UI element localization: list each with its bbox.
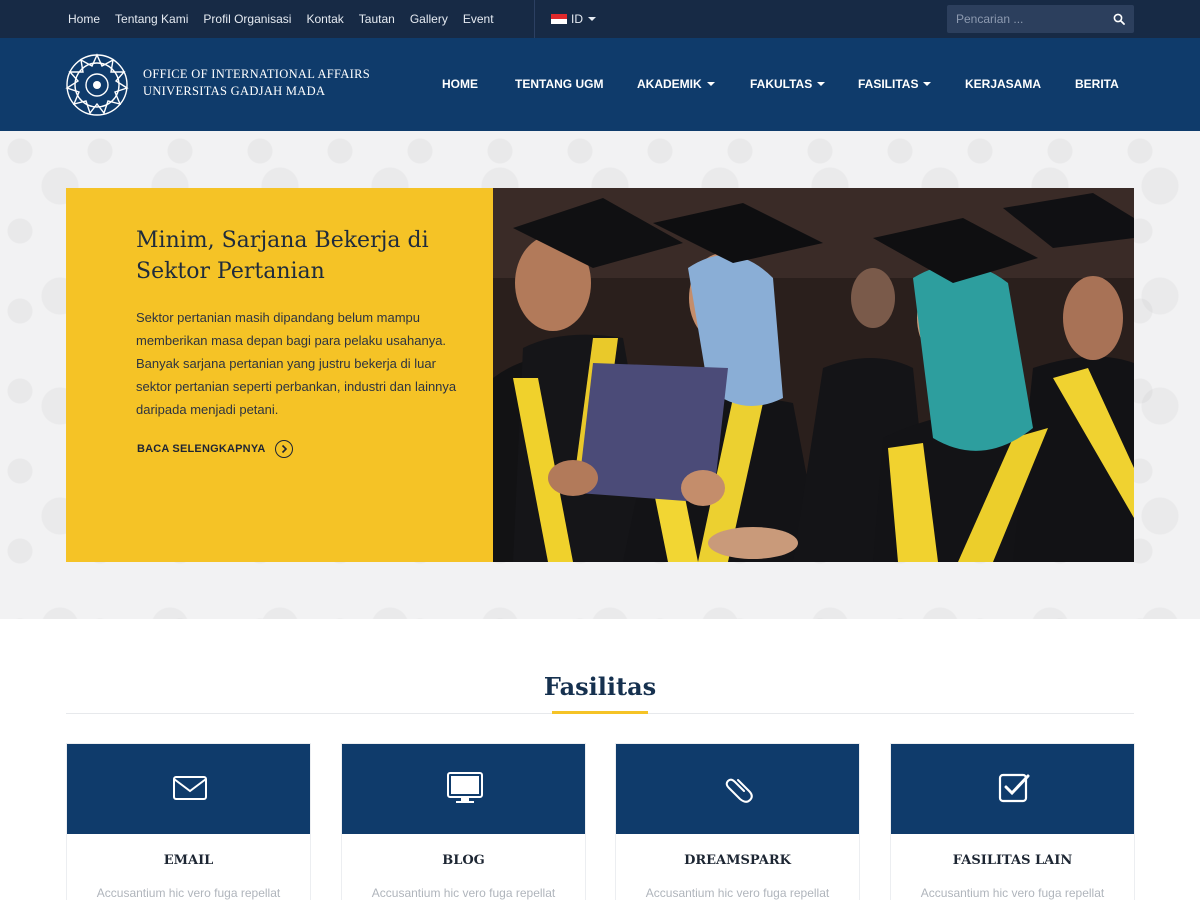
hero-excerpt: Sektor pertanian masih dipandang belum m… bbox=[136, 310, 457, 417]
chevron-down-icon bbox=[817, 82, 826, 86]
read-more-link[interactable]: BACA SELENGKAPNYA bbox=[137, 440, 293, 458]
nav-item-kerjasama[interactable]: KERJASAMA bbox=[965, 77, 1041, 91]
facility-card-fasilitas-lain[interactable]: FASILITAS LAIN Accusantium hic vero fuga… bbox=[890, 743, 1135, 900]
brand-line-2: Universitas Gadjah Mada bbox=[143, 84, 326, 98]
hero-image bbox=[493, 188, 1134, 562]
nav-label: AKADEMIK bbox=[637, 77, 702, 91]
section-title-underline bbox=[552, 711, 648, 714]
chevron-down-icon bbox=[588, 17, 596, 21]
top-link-profil-organisasi[interactable]: Profil Organisasi bbox=[203, 12, 291, 26]
facility-name: FASILITAS LAIN bbox=[952, 853, 1073, 868]
nav-label: BERITA bbox=[1075, 77, 1119, 91]
facility-description: Accusantium hic vero fuga repellat bbox=[96, 886, 281, 900]
monitor-icon bbox=[447, 772, 483, 803]
top-link-event[interactable]: Event bbox=[463, 12, 494, 26]
nav-label: TENTANG UGM bbox=[515, 77, 604, 91]
nav-label: KERJASAMA bbox=[965, 77, 1042, 91]
chevron-down-icon bbox=[923, 82, 932, 86]
top-link-home[interactable]: Home bbox=[68, 12, 100, 26]
facility-card-header bbox=[67, 744, 310, 834]
nav-label: FAKULTAS bbox=[750, 77, 813, 91]
indonesia-flag-icon bbox=[551, 14, 567, 24]
nav-item-fakultas[interactable]: FAKULTAS bbox=[750, 77, 826, 91]
envelope-icon bbox=[173, 776, 207, 800]
facility-description: Accusantium hic vero fuga repellat bbox=[371, 886, 556, 900]
facility-card-header bbox=[891, 744, 1134, 834]
chevron-down-icon bbox=[706, 82, 715, 86]
site-brand[interactable]: Office of International Affairs Universi… bbox=[143, 66, 370, 100]
top-link-gallery[interactable]: Gallery bbox=[410, 12, 448, 26]
brand-line-1: Office of International Affairs bbox=[143, 67, 371, 81]
search-box bbox=[947, 5, 1134, 33]
facility-card-header bbox=[616, 744, 859, 834]
facility-card-email[interactable]: EMAIL Accusantium hic vero fuga repellat bbox=[66, 743, 311, 900]
top-link-tentang-kami[interactable]: Tentang Kami bbox=[115, 12, 188, 26]
top-nav: Home Tentang Kami Profil Organisasi Kont… bbox=[68, 0, 509, 38]
facility-card-header bbox=[342, 744, 585, 834]
top-link-tautan[interactable]: Tautan bbox=[359, 12, 395, 26]
nav-item-fasilitas[interactable]: FASILITAS bbox=[858, 77, 932, 91]
facility-name: BLOG bbox=[442, 853, 485, 868]
language-label: ID bbox=[571, 12, 583, 26]
checkbox-icon bbox=[998, 773, 1030, 803]
language-selector[interactable]: ID bbox=[534, 0, 596, 38]
nav-item-akademik[interactable]: AKADEMIK bbox=[637, 77, 715, 91]
facility-card-blog[interactable]: BLOG Accusantium hic vero fuga repellat bbox=[341, 743, 586, 900]
arrow-circle-icon bbox=[274, 440, 293, 458]
facility-description: Accusantium hic vero fuga repellat bbox=[645, 886, 830, 900]
search-icon[interactable] bbox=[1113, 13, 1125, 25]
search-input[interactable] bbox=[947, 5, 1107, 33]
paperclip-icon bbox=[725, 778, 753, 803]
ugm-logo-icon[interactable] bbox=[64, 52, 130, 118]
nav-item-tentang-ugm[interactable]: TENTANG UGM bbox=[515, 77, 603, 91]
nav-label: HOME bbox=[442, 77, 478, 91]
facility-name: EMAIL bbox=[163, 853, 214, 868]
facility-name: DREAMSPARK bbox=[684, 853, 791, 868]
hero-title[interactable]: Minim, Sarjana Bekerja di Sektor Pertani… bbox=[136, 225, 446, 287]
nav-label: FASILITAS bbox=[858, 77, 919, 91]
facility-description: Accusantium hic vero fuga repellat bbox=[920, 886, 1105, 900]
top-link-kontak[interactable]: Kontak bbox=[306, 12, 343, 26]
read-more-label: BACA SELENGKAPNYA bbox=[137, 443, 266, 455]
nav-item-berita[interactable]: BERITA bbox=[1075, 77, 1119, 91]
section-title-fasilitas: Fasilitas bbox=[543, 672, 657, 701]
facility-card-dreamspark[interactable]: DREAMSPARK Accusantium hic vero fuga rep… bbox=[615, 743, 860, 900]
nav-item-home[interactable]: HOME bbox=[442, 77, 478, 91]
top-bar: Home Tentang Kami Profil Organisasi Kont… bbox=[0, 0, 1200, 38]
